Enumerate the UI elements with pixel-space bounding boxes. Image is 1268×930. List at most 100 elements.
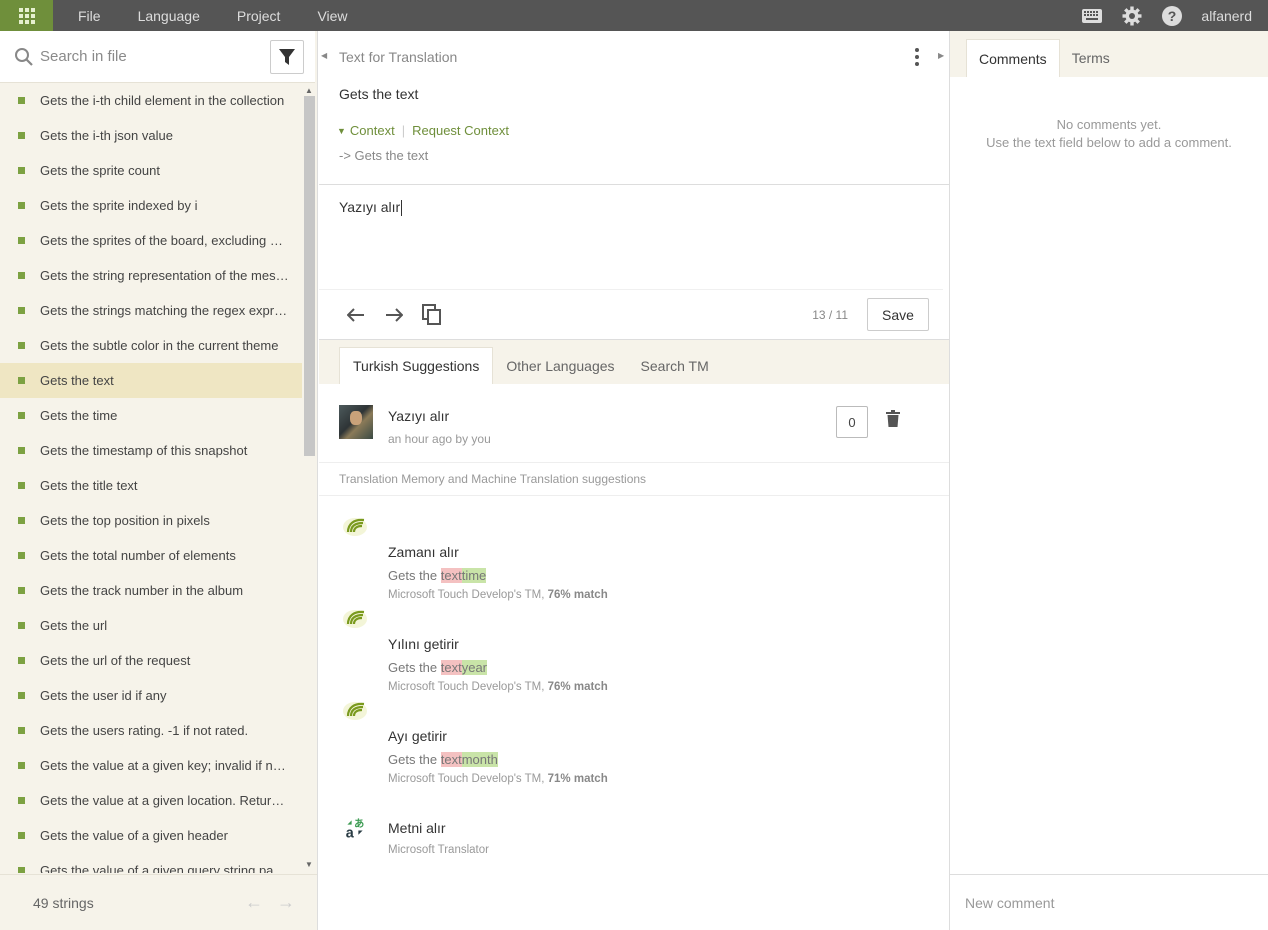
string-text: Gets the subtle color in the current the… <box>40 338 279 353</box>
previous-string-button[interactable] <box>341 300 371 330</box>
text-caret <box>401 200 403 217</box>
menu-view[interactable]: View <box>317 8 347 24</box>
tm-source-prefix: Gets the <box>388 752 441 767</box>
translation-text: Yazıyı alır <box>339 199 401 215</box>
tm-suggestion[interactable]: Yılını getirir Gets the textyear Microso… <box>319 602 949 694</box>
menu-language[interactable]: Language <box>138 8 200 24</box>
user-suggestion[interactable]: Yazıyı alır an hour ago by you 0 <box>319 384 949 463</box>
string-list-item[interactable]: Gets the timestamp of this snapshot <box>0 433 302 468</box>
match-percent: 71% match <box>547 773 608 785</box>
string-list: Gets the i-th child element in the colle… <box>0 83 302 873</box>
string-list-item[interactable]: Gets the i-th child element in the colle… <box>0 83 302 118</box>
string-list-item[interactable]: Gets the url of the request <box>0 643 302 678</box>
next-string-button[interactable] <box>379 300 409 330</box>
keyboard-icon[interactable] <box>1081 5 1103 27</box>
string-text: Gets the strings matching the regex expr… <box>40 303 290 318</box>
string-text: Gets the sprite count <box>40 163 160 178</box>
tab-search-tm[interactable]: Search TM <box>628 347 722 384</box>
string-text: Gets the title text <box>40 478 138 493</box>
tab-other-languages[interactable]: Other Languages <box>493 347 627 384</box>
collapse-right-icon[interactable]: ▶ <box>938 51 944 60</box>
string-list-item[interactable]: Gets the value at a given key; invalid i… <box>0 748 302 783</box>
string-list-item[interactable]: Gets the top position in pixels <box>0 503 302 538</box>
string-list-item[interactable]: Gets the users rating. -1 if not rated. <box>0 713 302 748</box>
string-list-item[interactable]: Gets the sprite indexed by i <box>0 188 302 223</box>
translation-input[interactable]: Yazıyı alır <box>319 184 949 290</box>
tm-suggestion[interactable]: Zamanı alır Gets the texttime Microsoft … <box>319 510 949 602</box>
string-list-item[interactable]: Gets the user id if any <box>0 678 302 713</box>
mt-origin: Microsoft Translator <box>388 844 489 856</box>
string-list-item[interactable]: Gets the time <box>0 398 302 433</box>
copy-source-button[interactable] <box>417 300 447 330</box>
apps-grid-button[interactable] <box>0 0 53 31</box>
scroll-down-icon[interactable]: ▼ <box>305 861 313 869</box>
new-comment-input[interactable] <box>965 894 1245 911</box>
gear-icon[interactable] <box>1121 5 1143 27</box>
string-list-scrollbar[interactable]: ▲ ▼ <box>302 87 316 869</box>
prev-page-icon[interactable]: ← <box>245 892 263 913</box>
arrow-left-icon <box>347 307 364 322</box>
scroll-thumb[interactable] <box>304 96 315 456</box>
diff-deleted: text <box>440 660 462 675</box>
tab-turkish-suggestions[interactable]: Turkish Suggestions <box>339 347 494 384</box>
string-list-item[interactable]: Gets the url <box>0 608 302 643</box>
username-label[interactable]: alfanerd <box>1201 8 1252 24</box>
editor-panel: ◀ ▶ Text for Translation Gets the text ▼… <box>319 31 949 930</box>
string-list-item[interactable]: Gets the value of a given header <box>0 818 302 853</box>
translated-status-icon <box>18 727 25 734</box>
svg-text:あ: あ <box>354 817 364 830</box>
scroll-up-icon[interactable]: ▲ <box>305 87 313 95</box>
string-list-item[interactable]: Gets the subtle color in the current the… <box>0 328 302 363</box>
string-list-item[interactable]: Gets the sprites of the board, excluding… <box>0 223 302 258</box>
context-toggle[interactable]: Context <box>350 123 395 138</box>
source-text: Gets the text <box>339 86 419 102</box>
save-button[interactable]: Save <box>867 298 929 331</box>
mt-suggestion[interactable]: aあ Metni alır Microsoft Translator <box>319 786 949 878</box>
tm-source: Gets the textyear <box>388 660 488 675</box>
touch-develop-logo-icon <box>343 702 367 720</box>
string-list-item[interactable]: Gets the strings matching the regex expr… <box>0 293 302 328</box>
svg-text:?: ? <box>1168 8 1177 24</box>
menu-project[interactable]: Project <box>237 8 281 24</box>
string-list-item[interactable]: Gets the string representation of the me… <box>0 258 302 293</box>
tm-suggestion[interactable]: Ayı getirir Gets the textmonth Microsoft… <box>319 694 949 786</box>
collapse-left-icon[interactable]: ◀ <box>321 51 327 60</box>
tm-origin-name: Microsoft Touch Develop's TM, <box>388 589 548 601</box>
string-text: Gets the text <box>40 373 114 388</box>
string-list-item[interactable]: Gets the i-th json value <box>0 118 302 153</box>
help-icon[interactable]: ? <box>1161 5 1183 27</box>
translated-status-icon <box>18 797 25 804</box>
source-title: Text for Translation <box>339 49 458 65</box>
string-list-item[interactable]: Gets the track number in the album <box>0 573 302 608</box>
string-list-item[interactable]: Gets the text <box>0 363 302 398</box>
search-icon <box>15 47 33 66</box>
search-input[interactable] <box>40 48 250 65</box>
search-bar <box>0 31 315 83</box>
tm-source: Gets the textmonth <box>388 752 498 767</box>
context-text: -> Gets the text <box>339 148 429 163</box>
translated-status-icon <box>18 202 25 209</box>
string-list-item[interactable]: Gets the value at a given location. Retu… <box>0 783 302 818</box>
suggestion-tabs: Turkish Suggestions Other Languages Sear… <box>319 339 949 384</box>
tab-comments[interactable]: Comments <box>966 39 1060 77</box>
string-text: Gets the users rating. -1 if not rated. <box>40 723 249 738</box>
request-context-link[interactable]: Request Context <box>412 123 509 138</box>
string-list-item[interactable]: Gets the title text <box>0 468 302 503</box>
translated-status-icon <box>18 552 25 559</box>
more-options-icon[interactable] <box>915 47 919 68</box>
string-list-item[interactable]: Gets the total number of elements <box>0 538 302 573</box>
filter-button[interactable] <box>270 39 304 74</box>
menu-file[interactable]: File <box>78 8 101 24</box>
suggestion-meta: an hour ago by you <box>388 432 491 446</box>
delete-suggestion-icon[interactable] <box>886 410 900 430</box>
empty-comments-line2: Use the text field below to add a commen… <box>986 135 1232 150</box>
next-page-icon[interactable]: → <box>277 892 295 913</box>
separator: | <box>401 123 406 138</box>
vote-count[interactable]: 0 <box>836 406 868 438</box>
string-list-item[interactable]: Gets the sprite count <box>0 153 302 188</box>
translated-status-icon <box>18 377 25 384</box>
touch-develop-logo-icon <box>343 518 367 536</box>
string-list-item[interactable]: Gets the value of a given query string p… <box>0 853 302 873</box>
tm-origin-name: Microsoft Touch Develop's TM, <box>388 681 548 693</box>
tab-terms[interactable]: Terms <box>1060 39 1122 77</box>
